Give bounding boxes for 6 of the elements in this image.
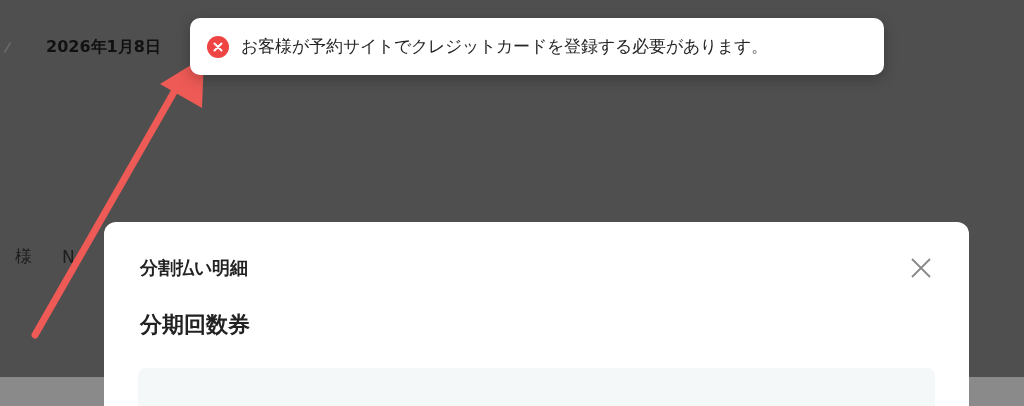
toast-message: お客様が予約サイトでクレジットカードを登録する必要があります。	[241, 35, 768, 58]
product-name: 分期回数券	[139, 311, 251, 339]
date-label: 2026年1月8日	[46, 36, 161, 58]
error-icon	[207, 35, 229, 58]
close-icon[interactable]	[910, 257, 932, 279]
modal-title: 分割払い明細	[139, 256, 248, 280]
